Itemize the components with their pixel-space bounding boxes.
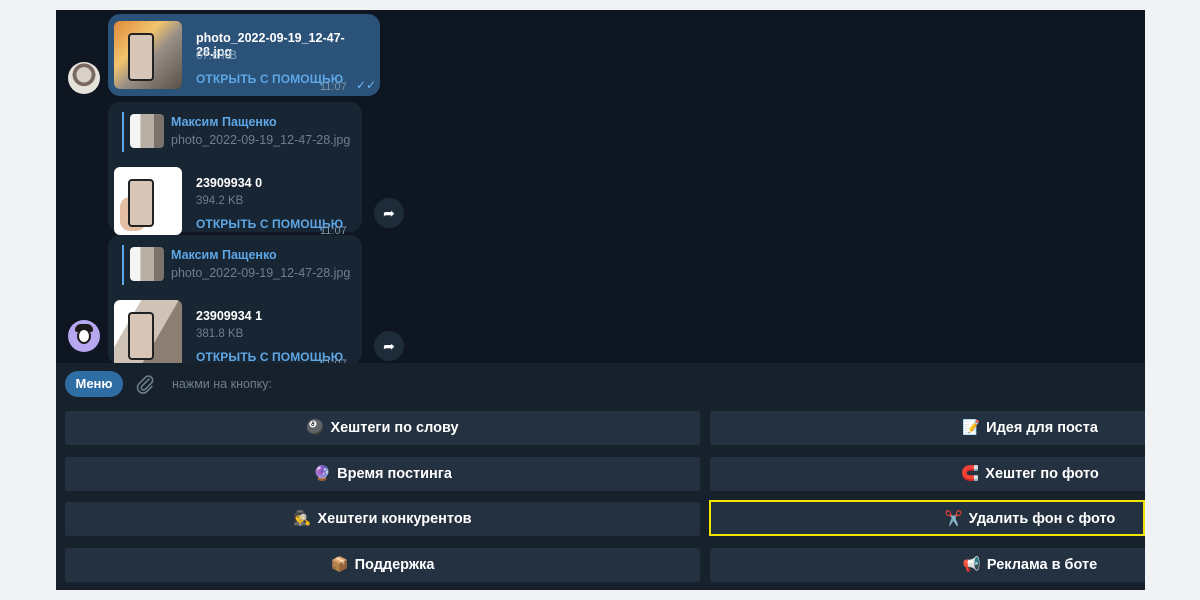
photo-thumbnail[interactable] — [114, 167, 182, 235]
reply-author: Максим Пащенко — [171, 248, 277, 262]
outgoing-file-message[interactable]: photo_2022-09-19_12-47-28.jpg 67.6 KB ОТ… — [108, 14, 380, 96]
kb-button-competitor-hashtags[interactable]: 🕵 Хештеги конкурентов — [65, 502, 700, 536]
magnet-icon: 🧲 — [961, 466, 980, 482]
kb-button-label: Хештег по фото — [985, 466, 1099, 482]
kb-button-bot-ads[interactable]: 📢 Реклама в боте — [710, 548, 1145, 582]
double-check-icon: ✓✓ — [356, 78, 377, 92]
kb-button-label: Хештеги конкурентов — [317, 511, 472, 527]
package-icon: 📦 — [330, 557, 349, 573]
share-arrow-icon[interactable]: ➦ — [374, 198, 404, 228]
photo-thumbnail[interactable] — [114, 300, 182, 368]
chat-window: photo_2022-09-19_12-47-28.jpg 67.6 KB ОТ… — [56, 10, 1145, 590]
incoming-file-message[interactable]: Максим Пащенко photo_2022-09-19_12-47-28… — [108, 235, 362, 370]
reply-file-name: photo_2022-09-19_12-47-28.jpg — [171, 133, 351, 147]
user-avatar[interactable] — [68, 62, 100, 94]
kb-button-hashtags-by-word[interactable]: 🎱 Хештеги по слову — [65, 411, 700, 445]
kb-button-posting-time[interactable]: 🔮 Время постинга — [65, 457, 700, 491]
kb-button-label: Реклама в боте — [986, 557, 1098, 573]
file-name: 23909934 0 — [196, 176, 263, 190]
incoming-file-message[interactable]: Максим Пащенко photo_2022-09-19_12-47-28… — [108, 102, 362, 237]
megaphone-icon: 📢 — [962, 557, 981, 573]
message-time: 11:07 — [320, 81, 347, 93]
file-size: 394.2 KB — [196, 195, 244, 207]
reply-quote[interactable]: Максим Пащенко photo_2022-09-19_12-47-28… — [122, 245, 356, 285]
share-arrow-icon[interactable]: ➦ — [374, 331, 404, 361]
kb-button-label: Идея для поста — [986, 420, 1098, 436]
kb-button-label: Хештеги по слову — [330, 420, 459, 436]
bot-avatar[interactable] — [68, 320, 100, 352]
file-size: 381.8 KB — [196, 328, 244, 340]
menu-button[interactable]: Меню — [65, 371, 123, 397]
memo-icon: 📝 — [962, 420, 981, 436]
kb-button-post-idea[interactable]: 📝 Идея для поста — [710, 411, 1145, 445]
kb-button-label: Поддержка — [354, 557, 435, 573]
message-input-bar: Меню нажми на кнопку: — [56, 363, 1145, 405]
bot-keyboard: 🎱 Хештеги по слову 🔮 Время постинга 🕵 Хеште… — [56, 405, 1145, 590]
reply-author: Максим Пащенко — [171, 115, 277, 129]
paperclip-icon[interactable] — [134, 373, 156, 395]
message-input[interactable]: нажми на кнопку: — [172, 377, 272, 391]
crystal-ball-icon: 🔮 — [313, 466, 332, 482]
photo-thumbnail[interactable] — [114, 21, 182, 89]
reply-thumbnail — [130, 114, 164, 148]
file-size: 67.6 KB — [196, 50, 237, 62]
highlight-frame — [709, 500, 1145, 536]
8-ball-icon: 🎱 — [306, 420, 325, 436]
kb-button-hashtag-by-photo[interactable]: 🧲 Хештег по фото — [710, 457, 1145, 491]
detective-icon: 🕵 — [293, 511, 312, 527]
reply-quote[interactable]: Максим Пащенко photo_2022-09-19_12-47-28… — [122, 112, 356, 152]
reply-thumbnail — [130, 247, 164, 281]
kb-button-support[interactable]: 📦 Поддержка — [65, 548, 700, 582]
reply-file-name: photo_2022-09-19_12-47-28.jpg — [171, 266, 351, 280]
file-name: 23909934 1 — [196, 309, 263, 323]
kb-button-label: Время постинга — [337, 466, 452, 482]
